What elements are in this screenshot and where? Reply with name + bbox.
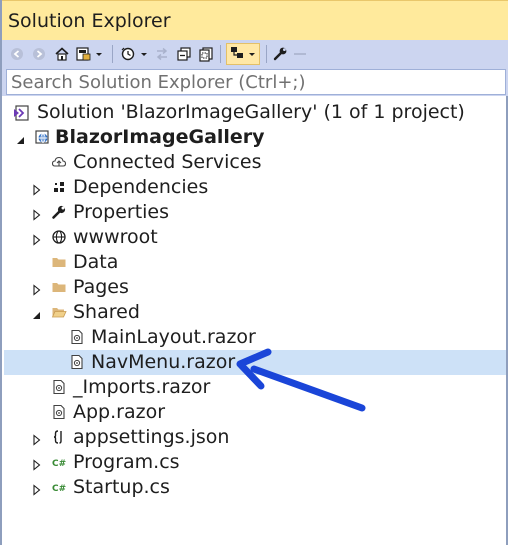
tree-item-label: Shared — [73, 301, 140, 323]
search-bar — [2, 68, 508, 96]
open-folder-icon — [51, 304, 67, 320]
toolbar-separator — [112, 45, 113, 63]
tree-item-appsettings-json[interactable]: appsettings.json — [4, 425, 506, 450]
switch-views-icon[interactable] — [76, 44, 104, 64]
collapse-all-icon[interactable] — [176, 44, 192, 64]
tree-item-label: Startup.cs — [73, 476, 170, 498]
forward-icon[interactable] — [32, 44, 46, 64]
tree-item-properties[interactable]: Properties — [4, 200, 506, 225]
tree-item-label: Solution 'BlazorImageGallery' (1 of 1 pr… — [37, 101, 465, 123]
back-icon[interactable] — [10, 44, 24, 64]
tree-item-shared[interactable]: Shared — [4, 300, 506, 325]
tree-item-label: wwwroot — [73, 226, 158, 248]
tree-item-connected-services[interactable]: Connected Services — [4, 150, 506, 175]
dependencies-icon — [51, 179, 67, 195]
wrench-icon — [51, 204, 67, 220]
csharp-file-icon: C# — [51, 479, 67, 495]
collapsed-arrow-icon[interactable] — [32, 181, 42, 196]
toolbar — [2, 40, 508, 68]
solution-explorer-panel: Solution Explorer Search Solution Explor… — [0, 0, 508, 545]
tree-item-solution[interactable]: Solution 'BlazorImageGallery' (1 of 1 pr… — [4, 100, 506, 125]
cloud-icon — [51, 154, 67, 170]
razor-file-icon — [69, 354, 85, 370]
panel-title: Solution Explorer — [8, 10, 171, 32]
tree-item-label: Properties — [73, 201, 170, 223]
razor-file-icon — [51, 404, 67, 420]
globe-icon — [51, 229, 67, 245]
tree-item-data[interactable]: Data — [4, 250, 506, 275]
search-input[interactable] — [7, 70, 505, 94]
panel-title-bar[interactable]: Solution Explorer — [2, 0, 508, 40]
tree-item-label: appsettings.json — [73, 426, 230, 448]
pending-changes-icon[interactable] — [120, 44, 150, 64]
sync-icon[interactable] — [154, 44, 170, 64]
toolbar-separator — [266, 45, 267, 63]
collapsed-arrow-icon[interactable] — [32, 231, 42, 246]
tree-item-label: Connected Services — [73, 151, 262, 173]
svg-text:C#: C# — [52, 459, 66, 469]
folder-icon — [51, 279, 67, 295]
csharp-file-icon: C# — [51, 454, 67, 470]
collapsed-arrow-icon[interactable] — [32, 481, 42, 496]
expanded-arrow-icon[interactable] — [16, 131, 26, 144]
solution-icon — [12, 104, 29, 121]
preview-selected-icon[interactable] — [226, 43, 260, 65]
properties-icon[interactable] — [272, 44, 288, 64]
tree-item-label: App.razor — [73, 401, 166, 423]
tree-item-program-cs[interactable]: C# Program.cs — [4, 450, 506, 475]
collapsed-arrow-icon[interactable] — [32, 456, 42, 471]
json-file-icon — [51, 429, 67, 445]
expanded-arrow-icon[interactable] — [32, 306, 42, 319]
tree-item-label: Data — [73, 251, 119, 273]
tree-item-label: MainLayout.razor — [91, 326, 256, 348]
tree-item-app-razor[interactable]: App.razor — [4, 400, 506, 425]
folder-icon — [51, 254, 67, 270]
tree-item-project[interactable]: BlazorImageGallery — [4, 125, 506, 150]
razor-file-icon — [69, 329, 85, 345]
collapsed-arrow-icon[interactable] — [32, 206, 42, 221]
tree-item-navmenu-razor[interactable]: NavMenu.razor — [4, 350, 506, 375]
dash-icon[interactable] — [292, 44, 308, 64]
tree-item-imports-razor[interactable]: _Imports.razor — [4, 375, 506, 400]
tree-item-mainlayout-razor[interactable]: MainLayout.razor — [4, 325, 506, 350]
razor-file-icon — [51, 379, 67, 395]
tree-item-startup-cs[interactable]: C# Startup.cs — [4, 475, 506, 500]
collapsed-arrow-icon[interactable] — [32, 431, 42, 446]
search-box — [6, 69, 506, 95]
toolbar-separator — [220, 45, 221, 63]
web-project-icon — [34, 129, 50, 145]
tree-item-label: BlazorImageGallery — [55, 126, 265, 148]
tree-item-pages[interactable]: Pages — [4, 275, 506, 300]
tree-item-label: _Imports.razor — [73, 376, 211, 398]
tree-item-label: Dependencies — [73, 176, 209, 198]
tree-item-wwwroot[interactable]: wwwroot — [4, 225, 506, 250]
svg-text:C#: C# — [52, 484, 66, 494]
collapsed-arrow-icon[interactable] — [32, 281, 42, 296]
home-icon[interactable] — [54, 44, 70, 64]
tree-item-label: Pages — [73, 276, 129, 298]
tree-item-label: NavMenu.razor — [91, 351, 236, 373]
tree-item-dependencies[interactable]: Dependencies — [4, 175, 506, 200]
show-all-files-icon[interactable] — [198, 44, 214, 64]
tree-item-label: Program.cs — [73, 451, 180, 473]
